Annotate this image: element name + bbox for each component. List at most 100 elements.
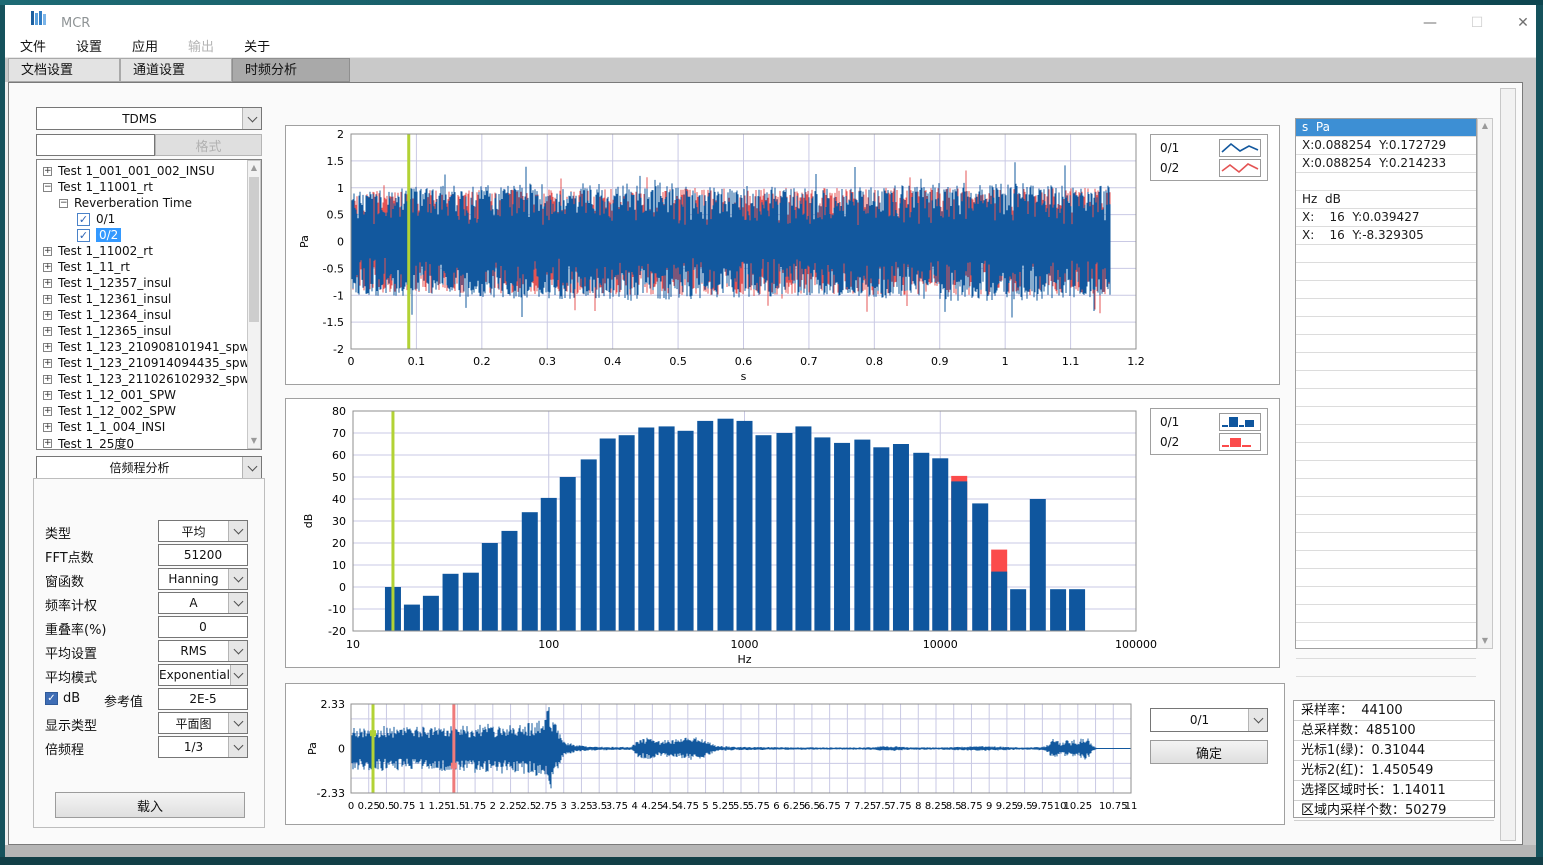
readout-row[interactable] <box>1296 299 1476 317</box>
scroll-up-icon[interactable]: ▲ <box>1478 119 1492 133</box>
param-input-1[interactable]: 51200 <box>158 544 248 566</box>
expander-icon[interactable]: + <box>43 391 52 400</box>
expander-icon[interactable]: + <box>43 311 52 320</box>
expander-icon[interactable]: + <box>43 247 52 256</box>
readout-row[interactable] <box>1296 407 1476 425</box>
scroll-down-icon[interactable]: ▼ <box>248 434 260 448</box>
green-cursor-line[interactable] <box>372 704 375 793</box>
expander-icon[interactable]: + <box>43 295 52 304</box>
octave-spectrum-chart[interactable]: 80706050403020100-10-2010100100010000100… <box>285 398 1280 668</box>
overview-waveform-chart[interactable]: 2.330-2.3300.250.50.7511.251.51.7522.252… <box>285 683 1285 825</box>
chevron-down-icon[interactable] <box>228 593 247 613</box>
readout-row[interactable] <box>1296 281 1476 299</box>
param-select-8[interactable]: 平面图 <box>158 712 248 734</box>
file-format-select[interactable]: TDMS <box>36 107 262 130</box>
expander-icon[interactable]: + <box>43 327 52 336</box>
readout-row[interactable] <box>1296 371 1476 389</box>
param-select-3[interactable]: A <box>158 592 248 614</box>
tree-item[interactable]: +Test 1_12361_insul <box>37 291 261 307</box>
tree-item[interactable]: +Test 1_12364_insul <box>37 307 261 323</box>
tree-item[interactable]: +Test 1_001_001_002_INSU <box>37 163 261 179</box>
green-cursor-line[interactable] <box>391 411 394 631</box>
tree-item[interactable]: +Test 1_123_210914094435_spw <box>37 355 261 371</box>
format-button[interactable]: 格式 <box>155 134 262 156</box>
chevron-down-icon[interactable] <box>228 521 247 541</box>
green-cursor-line[interactable] <box>407 134 410 349</box>
tree-item[interactable]: +Test 1_11002_rt <box>37 243 261 259</box>
readout-header[interactable]: s Pa <box>1296 119 1476 137</box>
expander-icon[interactable]: + <box>43 343 52 352</box>
tree-scrollbar-thumb[interactable] <box>249 177 259 322</box>
menu-item-file[interactable]: 文件 <box>5 36 61 55</box>
tree-item[interactable]: +Test 1_123_211026102932_spw <box>37 371 261 387</box>
red-cursor-line[interactable] <box>452 704 455 793</box>
confirm-button[interactable]: 确定 <box>1150 740 1268 764</box>
readout-row[interactable]: X:0.088254 Y:0.214233 <box>1296 155 1476 173</box>
scroll-down-icon[interactable]: ▼ <box>1478 634 1492 648</box>
tree-item[interactable]: +Test 1_123_210908101941_spw <box>37 339 261 355</box>
channel-select[interactable]: 0/1 <box>1150 708 1268 732</box>
tree-item[interactable]: +Test 1_12_001_SPW <box>37 387 261 403</box>
maximize-button-icon[interactable]: ☐ <box>1460 13 1494 33</box>
chevron-down-icon[interactable] <box>228 569 247 589</box>
chevron-down-icon[interactable] <box>242 108 261 129</box>
analysis-type-select[interactable]: 倍频程分析 <box>36 456 262 479</box>
expander-icon[interactable]: + <box>43 167 52 176</box>
page-scrollbar[interactable] <box>1500 88 1516 841</box>
red-cursor-line-marker[interactable] <box>451 763 457 769</box>
menu-item-settings[interactable]: 设置 <box>61 36 117 55</box>
readout-row[interactable] <box>1296 605 1476 623</box>
readout-row[interactable]: X:0.088254 Y:0.172729 <box>1296 137 1476 155</box>
expander-icon[interactable]: + <box>43 279 52 288</box>
chevron-down-icon[interactable] <box>1248 709 1267 731</box>
readout-row[interactable] <box>1296 389 1476 407</box>
readout-row[interactable]: Hz dB <box>1296 191 1476 209</box>
tab-channel-settings[interactable]: 通道设置 <box>120 58 232 82</box>
readout-row[interactable] <box>1296 515 1476 533</box>
menu-item-output[interactable]: 输出 <box>173 36 229 55</box>
chevron-down-icon[interactable] <box>228 641 247 661</box>
readout-row[interactable] <box>1296 461 1476 479</box>
time-waveform-chart[interactable]: 21.510.50-0.5-1-1.5-200.10.20.30.40.50.6… <box>285 125 1280 385</box>
expander-icon[interactable]: + <box>43 375 52 384</box>
readout-row[interactable] <box>1296 479 1476 497</box>
tree-item[interactable]: −Test 1_11001_rt <box>37 179 261 195</box>
tab-document-settings[interactable]: 文档设置 <box>8 58 120 82</box>
tree-scrollbar[interactable]: ▲ ▼ <box>247 160 261 449</box>
tree-item[interactable]: ✓0/2 <box>37 227 261 243</box>
expander-icon[interactable]: − <box>59 199 68 208</box>
readout-row[interactable] <box>1296 569 1476 587</box>
tree-item[interactable]: +Test 1_12357_insul <box>37 275 261 291</box>
tree-item[interactable]: −Reverberation Time <box>37 195 261 211</box>
readout-row[interactable] <box>1296 587 1476 605</box>
green-cursor-line-marker[interactable] <box>370 730 376 736</box>
readout-scrollbar[interactable]: ▲ ▼ <box>1477 118 1493 649</box>
tree-item[interactable]: +Test 1_12365_insul <box>37 323 261 339</box>
checkbox-icon[interactable]: ✓ <box>77 229 90 242</box>
filter-input[interactable] <box>36 134 155 156</box>
scroll-up-icon[interactable]: ▲ <box>248 161 260 175</box>
readout-row[interactable] <box>1296 551 1476 569</box>
param-input-7[interactable]: 2E-5 <box>158 688 248 710</box>
readout-row[interactable]: X: 16 Y:0.039427 <box>1296 209 1476 227</box>
expander-icon[interactable]: + <box>43 359 52 368</box>
expander-icon[interactable]: − <box>43 183 52 192</box>
tab-time-frequency[interactable]: 时频分析 <box>232 58 350 82</box>
readout-row[interactable] <box>1296 443 1476 461</box>
param-select-9[interactable]: 1/3 <box>158 736 248 758</box>
load-button[interactable]: 载入 <box>55 792 245 818</box>
param-input-4[interactable]: 0 <box>158 616 248 638</box>
param-select-0[interactable]: 平均 <box>158 520 248 542</box>
chevron-down-icon[interactable] <box>230 665 247 685</box>
menu-item-apply[interactable]: 应用 <box>117 36 173 55</box>
readout-row[interactable] <box>1296 317 1476 335</box>
chevron-down-icon[interactable] <box>242 457 261 478</box>
readout-row[interactable] <box>1296 173 1476 191</box>
checkbox-icon[interactable]: ✓ <box>77 213 90 226</box>
readout-row[interactable] <box>1296 263 1476 281</box>
close-button-icon[interactable]: ✕ <box>1506 13 1540 33</box>
readout-row[interactable]: X: 16 Y:-8.329305 <box>1296 227 1476 245</box>
param-select-5[interactable]: RMS <box>158 640 248 662</box>
readout-row[interactable] <box>1296 497 1476 515</box>
readout-row[interactable] <box>1296 245 1476 263</box>
